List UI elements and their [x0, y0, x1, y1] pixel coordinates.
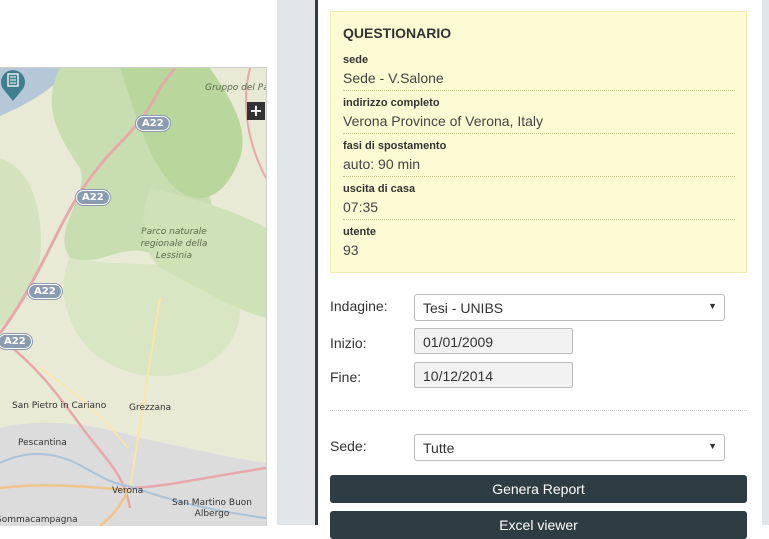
field-indirizzo: indirizzo completo Verona Province of Ve…	[343, 97, 735, 134]
indagine-select[interactable]: Tesi - UNIBS ▼	[414, 294, 725, 321]
inizio-label: Inizio:	[330, 335, 367, 351]
field-value: auto: 90 min	[343, 156, 421, 172]
road-shield-a22: A22	[0, 334, 32, 349]
road-shield-a22: A22	[76, 190, 110, 205]
sede-select-value: Tutte	[423, 440, 455, 456]
panel-border	[315, 0, 318, 525]
inizio-date-input[interactable]: 01/01/2009	[414, 328, 573, 354]
map-label-pescantina: Pescantina	[18, 438, 67, 448]
card-title: QUESTIONARIO	[343, 25, 452, 41]
fine-date-input[interactable]: 10/12/2014	[414, 362, 573, 388]
map-label-parco-lessinia: Parco naturale regionale della Lessinia	[140, 227, 208, 261]
field-label: sede	[343, 54, 369, 66]
field-label: fasi di spostamento	[343, 140, 447, 152]
field-value: 07:35	[343, 199, 379, 215]
fine-label: Fine:	[330, 369, 362, 385]
side-gutter	[277, 0, 315, 525]
questionario-card: QUESTIONARIO sede Sede - V.Salone indiri…	[330, 11, 747, 273]
chevron-down-icon: ▼	[708, 441, 717, 451]
field-sede: sede Sede - V.Salone	[343, 54, 735, 91]
field-label: uscita di casa	[343, 183, 416, 195]
indagine-select-value: Tesi - UNIBS	[423, 300, 504, 316]
road-shield-a22: A22	[136, 116, 170, 131]
divider	[330, 410, 747, 411]
map-label-grezzana: Grezzana	[129, 403, 172, 413]
indagine-label: Indagine:	[330, 298, 388, 314]
field-fasi: fasi di spostamento auto: 90 min	[343, 140, 735, 177]
genera-report-button[interactable]: Genera Report	[330, 475, 747, 503]
road-shield-a22: A22	[28, 284, 62, 299]
sede-select[interactable]: Tutte ▼	[414, 434, 725, 461]
zoom-in-button[interactable]: +	[247, 102, 265, 120]
excel-viewer-button[interactable]: Excel viewer	[330, 511, 747, 539]
field-label: indirizzo completo	[343, 97, 440, 109]
map-label-san-pietro: San Pietro in Cariano	[12, 401, 107, 411]
field-label: utente	[343, 226, 376, 238]
map-label-san-martino: San Martino Buon Albergo	[172, 498, 252, 519]
map-panel[interactable]: + Gruppo del Pasubio Parco naturale regi…	[0, 67, 267, 526]
map-label-sommacampagna: Sommacampagna	[0, 515, 78, 525]
field-value: 93	[343, 242, 359, 258]
sede-label: Sede:	[330, 438, 367, 454]
field-value: Sede - V.Salone	[343, 70, 444, 86]
document-marker-icon[interactable]	[0, 68, 26, 102]
field-uscita: uscita di casa 07:35	[343, 183, 735, 220]
right-gutter	[762, 0, 769, 525]
field-value: Verona Province of Verona, Italy	[343, 113, 544, 129]
map-label-gruppo-pasubio: Gruppo del Pasubio	[205, 83, 266, 93]
chevron-down-icon: ▼	[708, 301, 717, 311]
field-utente: utente 93	[343, 226, 735, 262]
map-label-verona: Verona	[112, 486, 144, 496]
